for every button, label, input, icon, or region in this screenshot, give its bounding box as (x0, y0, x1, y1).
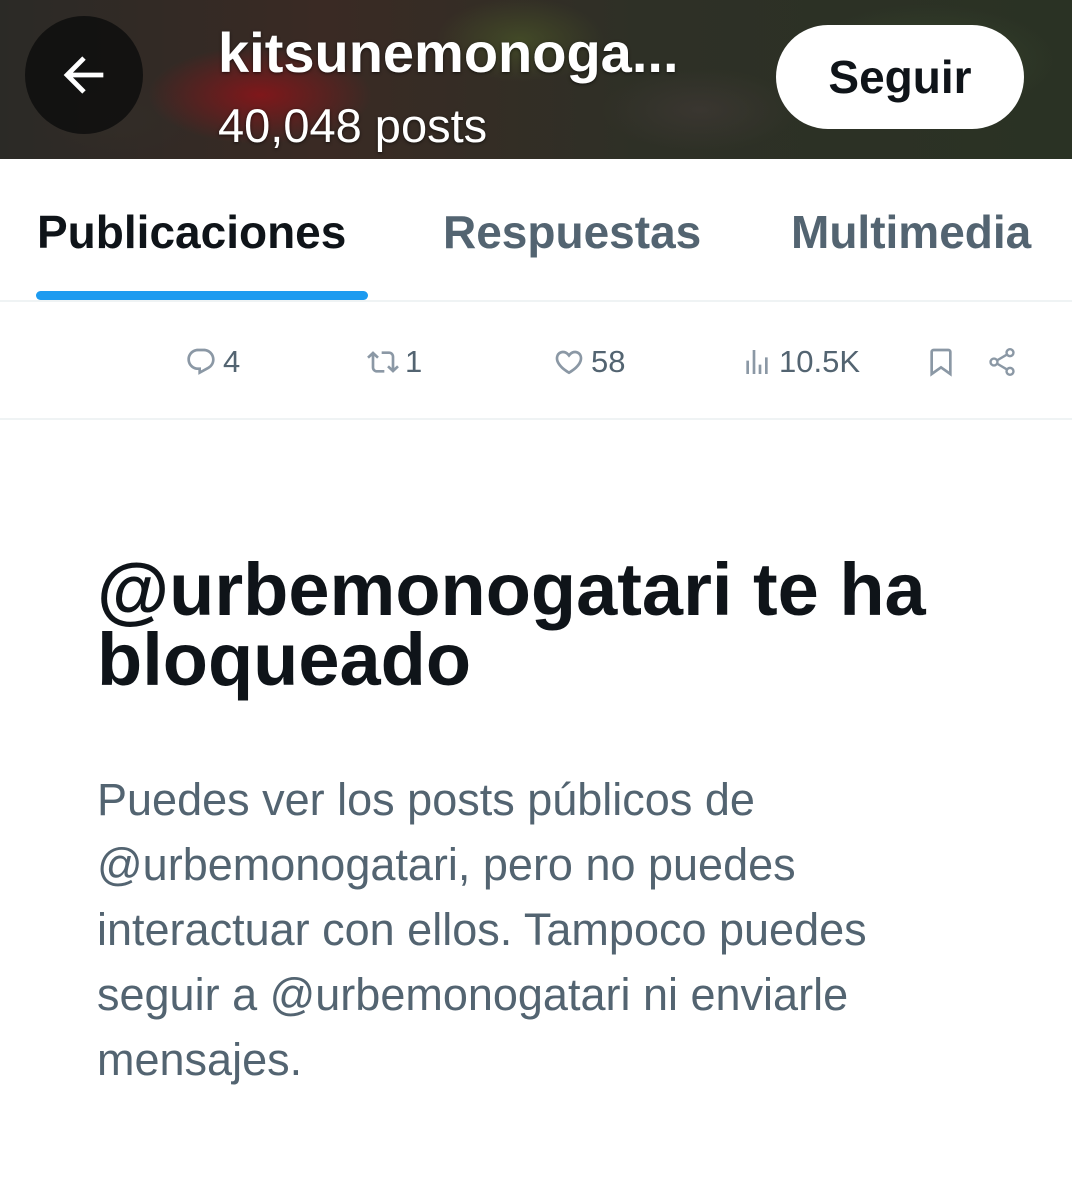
blocked-description: Puedes ver los posts públicos de @urbemo… (97, 774, 867, 1085)
post-count: 40,048 posts (218, 99, 488, 152)
reply-action[interactable]: 4 (185, 342, 240, 382)
analytics-icon (746, 350, 768, 374)
repost-count: 1 (405, 344, 423, 379)
reply-count: 4 (223, 344, 241, 379)
blocked-title: @urbemonogatari te ha bloqueado (97, 548, 926, 701)
views-action[interactable]: 10.5K (741, 342, 860, 382)
tab-respuestas[interactable]: Respuestas (443, 205, 701, 259)
tab-publicaciones[interactable]: Publicaciones (37, 205, 346, 259)
bookmark-icon (930, 348, 952, 377)
share-action[interactable] (986, 342, 1018, 382)
back-button[interactable] (25, 16, 143, 134)
tab-multimedia[interactable]: Multimedia (791, 205, 1031, 259)
bookmark-action[interactable] (925, 342, 957, 382)
profile-name: kitsunemonoga... (218, 21, 679, 84)
like-count: 58 (591, 344, 626, 379)
active-tab-indicator (36, 291, 368, 300)
heart-icon (555, 350, 583, 375)
profile-tabs: Publicaciones Respuestas Multimedia (0, 159, 1072, 302)
profile-header: kitsunemonoga... 40,048 posts Seguir (0, 0, 1072, 159)
repost-action[interactable]: 1 (367, 342, 422, 382)
like-action[interactable]: 58 (553, 342, 625, 382)
views-count: 10.5K (779, 344, 861, 379)
arrow-left-icon (63, 56, 104, 94)
share-icon (989, 348, 1015, 376)
post-actions-bar: 4 1 58 10.5K (0, 302, 1072, 420)
reply-icon (187, 348, 215, 375)
repost-icon (367, 351, 399, 373)
follow-button[interactable]: Seguir (776, 25, 1024, 129)
